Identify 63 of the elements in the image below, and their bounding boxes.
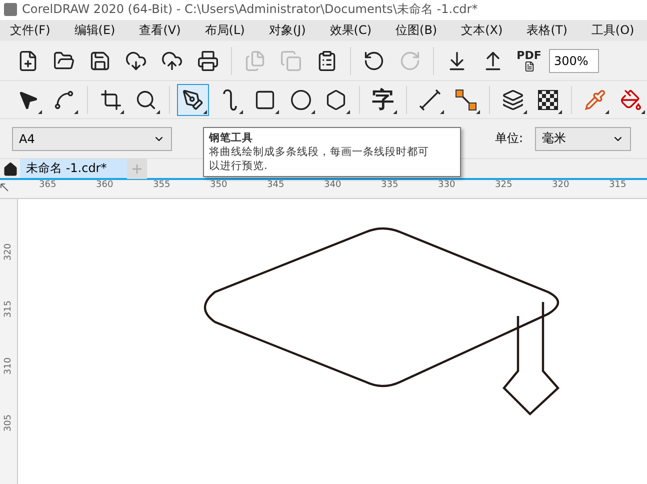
menu-item[interactable]: 效果(C) — [324, 22, 380, 39]
ruler-origin-icon — [0, 183, 9, 192]
menu-item[interactable]: 编辑(E) — [68, 22, 124, 39]
document-icon — [524, 60, 534, 72]
new-document-icon — [17, 50, 39, 72]
ruler-label: 310 — [4, 357, 14, 375]
connector-icon — [454, 88, 477, 111]
document-tab[interactable]: 未命名 -1.cdr* — [20, 159, 127, 178]
circle-icon — [290, 88, 312, 111]
rectangle-icon — [254, 88, 276, 111]
cloud-download-icon — [125, 50, 147, 72]
ruler-label: 360 — [96, 180, 114, 192]
crop-icon — [100, 88, 122, 111]
search-icon — [135, 88, 158, 111]
ruler-label: 315 — [4, 300, 14, 318]
save-icon — [89, 50, 111, 72]
pen-nib-icon — [182, 88, 204, 111]
unit-label: 单位: — [494, 130, 523, 148]
ruler-label: 330 — [438, 180, 456, 192]
tool-button[interactable] — [177, 84, 210, 116]
menu-item[interactable]: 布局(L) — [198, 22, 253, 39]
cloud-upload-icon — [161, 50, 183, 72]
ruler-label: 315 — [609, 180, 628, 192]
printer-icon — [197, 50, 219, 72]
ruler-label: 340 — [324, 180, 342, 192]
undo-icon — [363, 50, 385, 72]
copy-icon — [280, 50, 302, 72]
app-icon — [4, 3, 17, 16]
checkerboard-icon — [538, 90, 558, 110]
node-curve-icon — [52, 88, 75, 111]
ruler-label: 335 — [381, 180, 400, 192]
ruler-label: 365 — [39, 180, 58, 192]
ruler-label: 350 — [210, 180, 228, 192]
plus-icon — [130, 162, 144, 176]
menu-item[interactable]: 文件(F) — [4, 22, 58, 39]
dimension-line-icon — [419, 88, 442, 111]
ruler-label: 345 — [267, 180, 286, 192]
ruler-label: 320 — [552, 180, 570, 192]
tool-button[interactable]: 字 — [367, 84, 400, 116]
ruler-label: 355 — [153, 180, 172, 192]
menu-item[interactable]: 位图(B) — [390, 22, 446, 39]
menu-item[interactable]: 查看(V) — [133, 22, 189, 39]
tooltip-title: 钢笔工具 — [209, 131, 254, 145]
redo-icon — [399, 50, 421, 72]
zoom-field[interactable]: 300% — [549, 48, 599, 73]
menu-item[interactable]: 表格(T) — [520, 22, 576, 39]
hexagon-icon — [325, 88, 348, 111]
page-size-dropdown[interactable]: A4 — [12, 126, 172, 151]
ruler-label: 320 — [4, 243, 14, 261]
folder-icon — [53, 50, 75, 72]
eyedropper-icon — [584, 88, 606, 111]
menu-item[interactable]: 对象(J) — [262, 22, 314, 39]
ruler-label: 305 — [4, 414, 14, 432]
documents-icon — [244, 50, 266, 72]
menu-item[interactable]: 文本(X) — [455, 22, 511, 39]
pdf-button[interactable]: PDF — [513, 44, 545, 77]
clipboard-icon — [316, 50, 338, 72]
tooltip-text: 将曲线绘制成多条线段，每画一条线段时都可以进行预览. — [209, 145, 430, 173]
ruler-label: 325 — [495, 180, 514, 192]
window-title: CorelDRAW 2020 (64-Bit) - C:\Users\Administrator\Documents\未命名 -1.cdr* — [22, 1, 478, 18]
paint-bucket-icon — [620, 88, 642, 111]
unit-dropdown[interactable]: 毫米 — [535, 126, 631, 151]
menu-item[interactable]: 工具(O) — [585, 22, 642, 39]
